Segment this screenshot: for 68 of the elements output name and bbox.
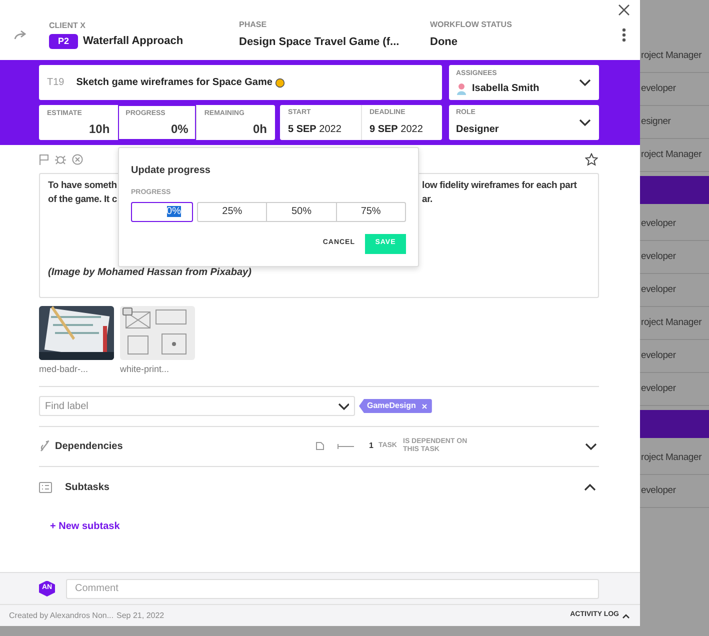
phase-name: Design Space Travel Game (f... [239, 35, 400, 50]
field-label: CLIENT X [49, 20, 86, 32]
section-title[interactable]: Subtasks [65, 480, 110, 495]
role-text: eveloper [641, 484, 676, 498]
attachment-name[interactable]: white-print... [120, 363, 195, 376]
progress-option[interactable]: 0% [131, 202, 193, 222]
chevron-up-icon[interactable] [583, 482, 597, 493]
group-band [640, 176, 709, 204]
chevron-down-icon [337, 401, 349, 411]
role-value: Designer [456, 122, 500, 137]
avatar-icon [456, 82, 467, 95]
task-id: T19 [47, 76, 64, 90]
task-title: Sketch game wireframes for Space Game [76, 76, 272, 90]
remove-icon [422, 404, 427, 408]
created-date: Sep 21, 2022 [116, 610, 164, 622]
dependency-count: 1 [369, 440, 374, 452]
role-text: eveloper [641, 82, 676, 96]
description-text: To have someth [48, 179, 117, 193]
role-text: roject Manager [641, 316, 702, 330]
role-text: esigner [641, 114, 671, 129]
comment-field[interactable]: Comment [66, 578, 599, 598]
description-text: ar. [422, 194, 432, 205]
group-band [640, 410, 709, 438]
chevron-down-icon[interactable] [584, 440, 598, 452]
description-text: low fidelity wireframes for each part [422, 180, 577, 191]
workflow-status: Done [430, 35, 458, 50]
image-credit: (Image by Mohamed Hassan from Pixabay) [48, 267, 252, 278]
progress-option[interactable]: 50% [266, 202, 336, 220]
connector-icon [337, 444, 354, 448]
link-icon [39, 440, 50, 452]
role-text: eveloper [641, 282, 676, 297]
created-by-text: Created by Alexandros Non... [9, 610, 114, 622]
label-search-field[interactable]: Find label [39, 396, 355, 416]
progress-option[interactable]: 75% [336, 202, 405, 220]
field-label: PHASE [239, 19, 268, 32]
section-title[interactable]: Dependencies [55, 438, 316, 454]
document-icon [316, 442, 324, 450]
chevron-down-icon [578, 77, 592, 88]
role-text: eveloper [641, 216, 676, 231]
more-icon [622, 28, 626, 42]
flag-icon [39, 154, 49, 164]
chevron-down-icon [578, 117, 592, 128]
priority-badge: P2 [49, 34, 78, 50]
coin-icon [275, 78, 286, 88]
star-icon[interactable] [585, 152, 598, 166]
task-title-field[interactable]: T19 Sketch game wireframes for Space Game [39, 65, 442, 100]
role-text: roject Manager [641, 148, 702, 162]
close-button[interactable] [618, 3, 632, 17]
more-button[interactable] [620, 26, 628, 44]
role-text: eveloper [641, 348, 676, 363]
share-icon [14, 30, 27, 40]
bug-icon [55, 154, 66, 164]
field-label: WORKFLOW STATUS [430, 19, 513, 32]
description-text: of the game. It c [48, 193, 117, 207]
role-text: roject Manager [641, 48, 702, 63]
list-icon [39, 482, 52, 493]
project-name: Waterfall Approach [83, 34, 184, 50]
chevron-up-icon [622, 612, 630, 618]
attachment-name[interactable]: med-badr-... [39, 363, 114, 376]
progress-option[interactable]: 25% [198, 202, 266, 220]
popover-title: Update progress [131, 164, 212, 178]
role-text: eveloper [641, 382, 676, 396]
role-text: roject Manager [641, 450, 702, 465]
role-text: eveloper [641, 250, 676, 264]
assignee-name: Isabella Smith [472, 82, 540, 96]
new-subtask-link[interactable]: + New subtask [50, 520, 120, 532]
close-icon [618, 4, 630, 16]
cancel-circle-icon [72, 154, 83, 164]
